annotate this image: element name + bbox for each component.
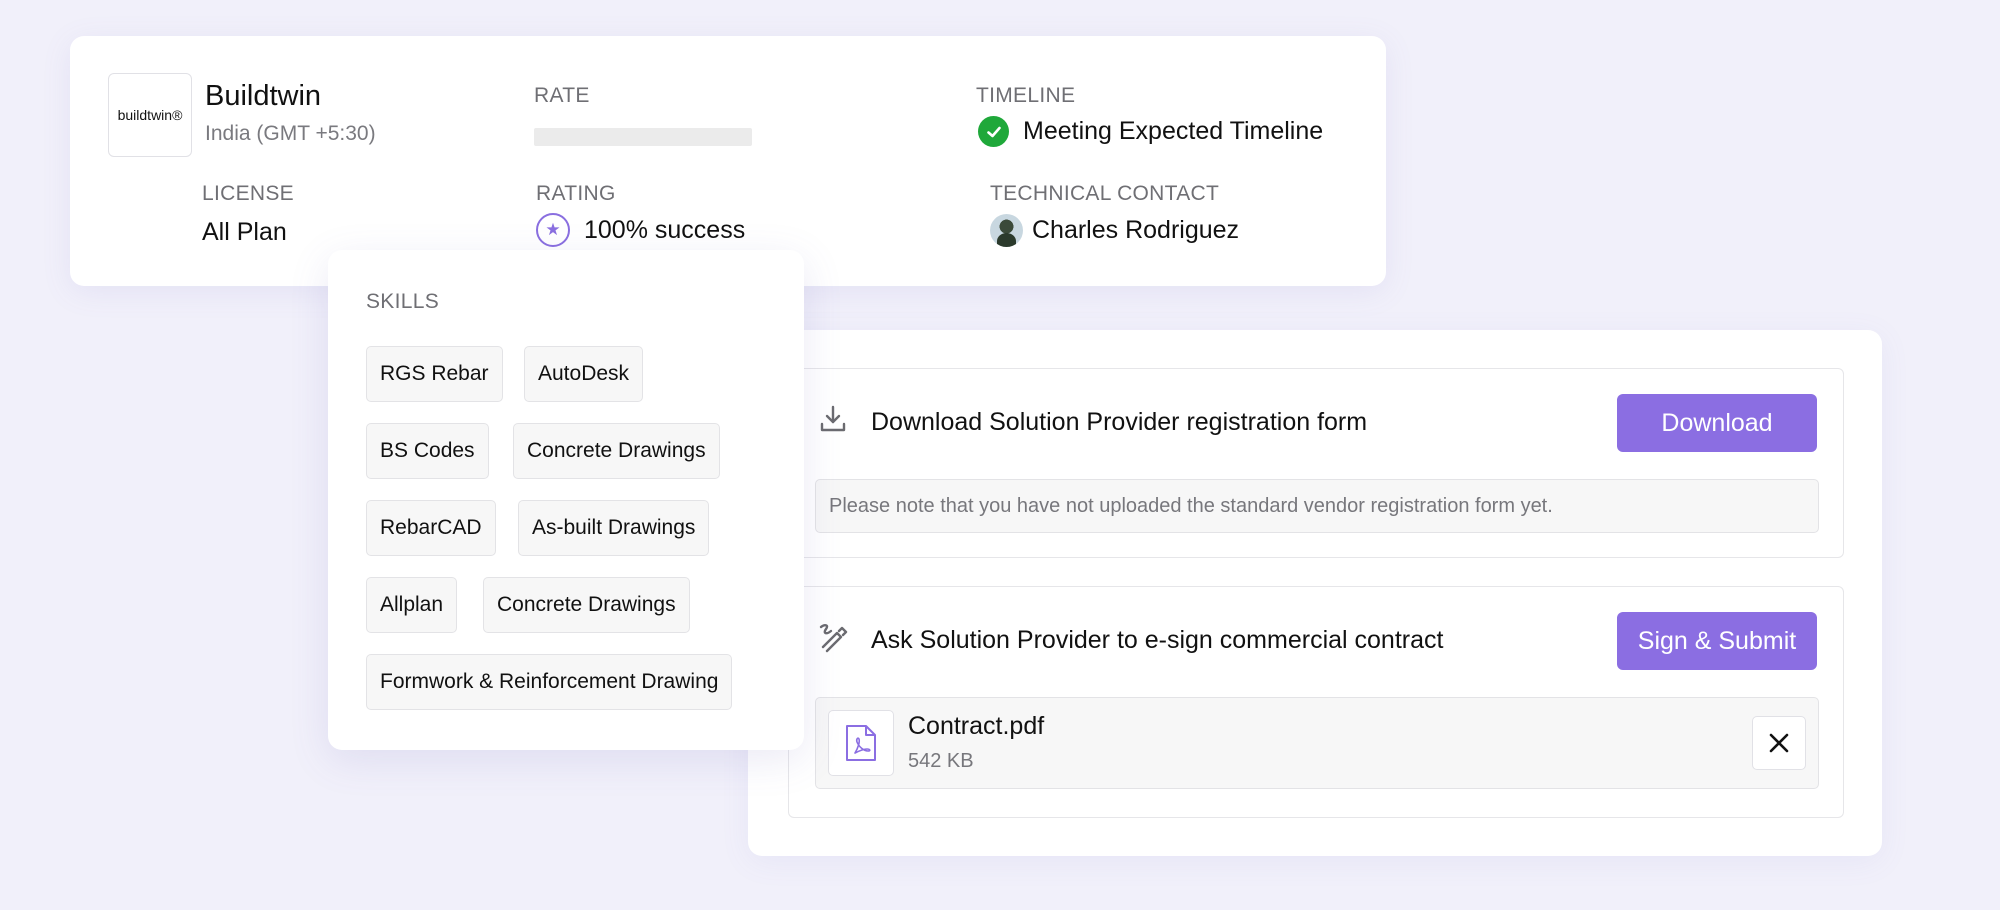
company-timezone: India (GMT +5:30): [205, 122, 376, 145]
sign-and-submit-button[interactable]: Sign & Submit: [1617, 612, 1817, 670]
timeline-value: Meeting Expected Timeline: [1023, 117, 1324, 145]
rating-label: RATING: [536, 182, 616, 205]
timeline-label: TIMELINE: [976, 84, 1076, 107]
vendor-info-card: buildtwin® Buildtwin India (GMT +5:30) R…: [70, 36, 1386, 286]
skill-chip[interactable]: RGS Rebar: [366, 346, 503, 402]
esign-contract-text: Ask Solution Provider to e-sign commerci…: [871, 626, 1444, 654]
skill-chip[interactable]: AutoDesk: [524, 346, 644, 402]
signature-icon: [817, 621, 849, 660]
technical-contact-name: Charles Rodriguez: [1032, 216, 1240, 244]
attached-file: Contract.pdf 542 KB: [815, 697, 1819, 789]
star-icon: ★: [536, 213, 570, 247]
skill-chip[interactable]: Formwork & Reinforcement Drawing: [366, 654, 733, 710]
technical-contact-label: TECHNICAL CONTACT: [990, 182, 1220, 205]
skill-chip[interactable]: RebarCAD: [366, 500, 496, 556]
company-name: Buildtwin: [205, 80, 322, 112]
license-value: All Plan: [202, 218, 287, 246]
rate-placeholder-bar: [534, 128, 752, 146]
registration-form-section: Download Solution Provider registration …: [788, 368, 1844, 558]
license-label: LICENSE: [202, 182, 294, 205]
rating-value: 100% success: [584, 215, 746, 244]
timeline-status: Meeting Expected Timeline: [978, 116, 1323, 147]
pdf-file-icon: [828, 710, 894, 776]
esign-contract-row: Ask Solution Provider to e-sign commerci…: [817, 621, 1443, 660]
close-icon: [1769, 733, 1789, 753]
skill-chip[interactable]: As-built Drawings: [518, 500, 710, 556]
avatar: [990, 214, 1023, 247]
registration-note: Please note that you have not uploaded t…: [815, 479, 1819, 533]
rating-status: ★ 100% success: [536, 213, 745, 247]
registration-form-row: Download Solution Provider registration …: [817, 403, 1367, 442]
skills-title: SKILLS: [366, 290, 440, 313]
download-icon: [817, 403, 849, 442]
skill-chip[interactable]: BS Codes: [366, 423, 489, 479]
check-circle-icon: [978, 116, 1009, 147]
remove-file-button[interactable]: [1752, 716, 1806, 770]
file-size: 542 KB: [908, 750, 974, 772]
skill-chip[interactable]: Allplan: [366, 577, 458, 633]
skill-chip[interactable]: Concrete Drawings: [483, 577, 690, 633]
skills-card: SKILLS RGS Rebar AutoDesk BS Codes Concr…: [328, 250, 804, 750]
contract-actions-card: Download Solution Provider registration …: [748, 330, 1882, 856]
skill-chip[interactable]: Concrete Drawings: [513, 423, 720, 479]
registration-form-text: Download Solution Provider registration …: [871, 408, 1368, 436]
company-logo-text: buildtwin®: [117, 107, 183, 123]
company-logo: buildtwin®: [108, 73, 192, 157]
download-button[interactable]: Download: [1617, 394, 1817, 452]
esign-contract-section: Ask Solution Provider to e-sign commerci…: [788, 586, 1844, 818]
file-name: Contract.pdf: [908, 712, 1045, 740]
rate-label: RATE: [534, 84, 590, 107]
technical-contact[interactable]: Charles Rodriguez: [990, 214, 1239, 247]
